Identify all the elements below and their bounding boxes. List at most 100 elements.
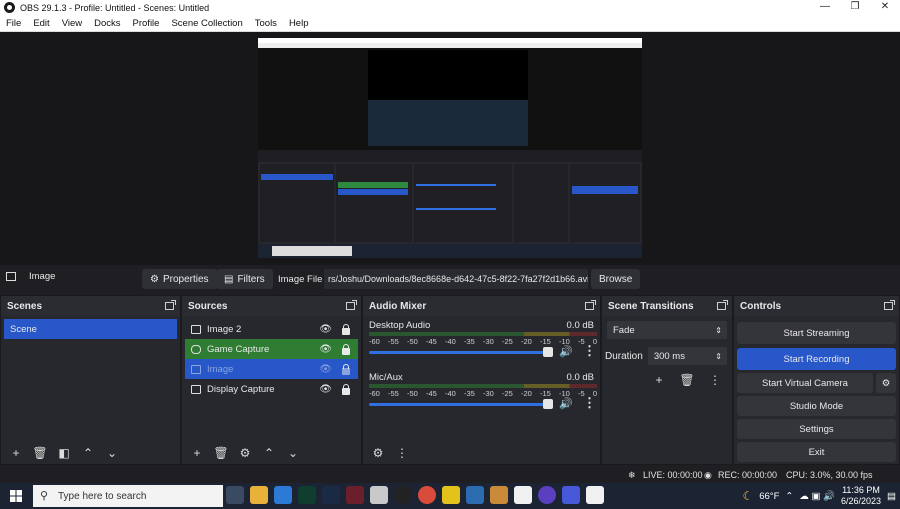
exit-button[interactable]: Exit: [737, 442, 896, 462]
channel-menu-icon[interactable]: ⋮: [583, 343, 596, 359]
obs-taskbar-icon[interactable]: [394, 486, 412, 504]
advanced-audio-settings-icon[interactable]: ⚙: [367, 444, 389, 462]
visibility-eye-icon[interactable]: 👁: [319, 384, 332, 395]
terminal-icon[interactable]: [298, 486, 316, 504]
maximize-button[interactable]: ❐: [840, 0, 870, 15]
add-scene-button[interactable]: +: [5, 444, 27, 462]
virtual-camera-settings-gear-icon[interactable]: ⚙: [876, 373, 896, 393]
store-icon[interactable]: [274, 486, 292, 504]
browse-button[interactable]: Browse: [591, 269, 641, 289]
visibility-hidden-icon[interactable]: 👁: [319, 364, 332, 375]
volume-slider-handle[interactable]: [543, 399, 553, 409]
undock-icon[interactable]: [884, 300, 895, 310]
controls-dock: Controls Start Streaming Start Recording…: [733, 295, 900, 465]
task-view-icon[interactable]: [226, 486, 244, 504]
scene-filters-button[interactable]: ◧: [53, 444, 75, 462]
source-item-image[interactable]: Image 👁: [185, 359, 358, 379]
volume-slider[interactable]: [369, 403, 551, 406]
move-scene-up-button[interactable]: ⌃: [77, 444, 99, 462]
minimize-button[interactable]: —: [810, 0, 840, 15]
move-scene-down-button[interactable]: ⌄: [101, 444, 123, 462]
search-icon: ⚲: [40, 490, 49, 502]
lock-icon[interactable]: [342, 384, 350, 395]
volume-slider-handle[interactable]: [543, 347, 553, 357]
visibility-eye-icon[interactable]: 👁: [319, 324, 332, 335]
channel-menu-icon[interactable]: ⋮: [583, 395, 596, 411]
menu-view[interactable]: View: [56, 18, 88, 29]
undock-icon[interactable]: [717, 300, 728, 310]
source-item-game-capture[interactable]: Game Capture 👁: [185, 339, 358, 359]
app-icon[interactable]: [442, 486, 460, 504]
start-recording-button[interactable]: Start Recording: [737, 348, 896, 370]
speaker-icon[interactable]: 🔊: [559, 345, 573, 358]
duration-spinbox[interactable]: 300 ms ⇕: [647, 347, 727, 365]
start-streaming-button[interactable]: Start Streaming: [737, 322, 896, 344]
speaker-icon[interactable]: 🔊: [559, 397, 573, 410]
scene-item-label: Scene: [10, 323, 37, 335]
chrome-icon[interactable]: [418, 486, 436, 504]
scene-item[interactable]: Scene: [4, 319, 177, 339]
lock-icon[interactable]: [342, 324, 350, 335]
remove-scene-button[interactable]: 🗑: [29, 444, 51, 462]
preview-canvas[interactable]: [258, 38, 642, 258]
menu-edit[interactable]: Edit: [27, 18, 55, 29]
app-icon[interactable]: [346, 486, 364, 504]
source-properties-button[interactable]: ⚙: [234, 444, 256, 462]
studio-mode-button[interactable]: Studio Mode: [737, 396, 896, 416]
menu-file[interactable]: File: [0, 18, 27, 29]
transition-toolbar: + 🗑 ⋮: [648, 371, 732, 389]
image-file-path-field[interactable]: rs/Joshu/Downloads/8ec8668e-d642-47c5-8f…: [324, 269, 588, 289]
visibility-eye-icon[interactable]: 👁: [319, 344, 332, 355]
scenes-header: Scenes: [1, 296, 180, 316]
controls-header: Controls: [734, 296, 899, 316]
volume-slider[interactable]: [369, 351, 551, 354]
notepad-icon[interactable]: [514, 486, 532, 504]
menu-tools[interactable]: Tools: [249, 18, 283, 29]
settings-button[interactable]: Settings: [737, 419, 896, 439]
sources-header: Sources: [182, 296, 361, 316]
app-icon[interactable]: [538, 486, 556, 504]
clock-date: 6/26/2023: [840, 496, 882, 506]
app-icon[interactable]: [490, 486, 508, 504]
properties-button[interactable]: ⚙ Properties: [142, 269, 217, 289]
menu-scene-collection[interactable]: Scene Collection: [165, 18, 248, 29]
tray-icons[interactable]: ☁ ▣ 🔊: [799, 491, 835, 502]
steam-icon[interactable]: [322, 486, 340, 504]
start-virtual-camera-button[interactable]: Start Virtual Camera: [737, 373, 873, 393]
lock-icon[interactable]: [342, 344, 350, 355]
mixer-menu-icon[interactable]: ⋮: [391, 444, 413, 462]
menu-docks[interactable]: Docks: [88, 18, 126, 29]
move-source-up-button[interactable]: ⌃: [258, 444, 280, 462]
add-transition-button[interactable]: +: [648, 371, 670, 389]
taskbar-search-input[interactable]: ⚲ Type here to search: [33, 485, 223, 507]
filters-button[interactable]: ▤ Filters: [216, 269, 273, 289]
undock-icon[interactable]: [165, 300, 176, 310]
undock-icon[interactable]: [346, 300, 357, 310]
app-icon[interactable]: [370, 486, 388, 504]
file-explorer-icon[interactable]: [250, 486, 268, 504]
remove-transition-button[interactable]: 🗑: [676, 371, 698, 389]
add-source-button[interactable]: +: [186, 444, 208, 462]
move-source-down-button[interactable]: ⌄: [282, 444, 304, 462]
source-item-display-capture[interactable]: Display Capture 👁: [185, 379, 358, 399]
image-icon: [6, 272, 16, 281]
app-icon[interactable]: [466, 486, 484, 504]
remove-source-button[interactable]: 🗑: [210, 444, 232, 462]
menu-help[interactable]: Help: [283, 18, 315, 29]
clock[interactable]: 11:36 PM 6/26/2023: [841, 485, 881, 507]
app-icon[interactable]: [562, 486, 580, 504]
close-button[interactable]: ✕: [870, 0, 900, 15]
selected-source-name: Image: [29, 271, 56, 282]
transition-select[interactable]: Fade ⇕: [607, 321, 727, 339]
lock-icon[interactable]: [342, 364, 350, 375]
menu-profile[interactable]: Profile: [127, 18, 166, 29]
source-item-label: Image 2: [207, 323, 242, 335]
document-icon[interactable]: [586, 486, 604, 504]
source-item-image-2[interactable]: Image 2 👁: [185, 319, 358, 339]
undock-icon[interactable]: [585, 300, 596, 310]
transition-menu-icon[interactable]: ⋮: [704, 371, 726, 389]
rec-time: REC: 00:00:00: [718, 470, 778, 480]
tray-chevron-icon[interactable]: ⌃: [785, 491, 793, 502]
windows-start-icon[interactable]: [10, 490, 22, 502]
notification-icon[interactable]: ▤: [887, 491, 896, 502]
